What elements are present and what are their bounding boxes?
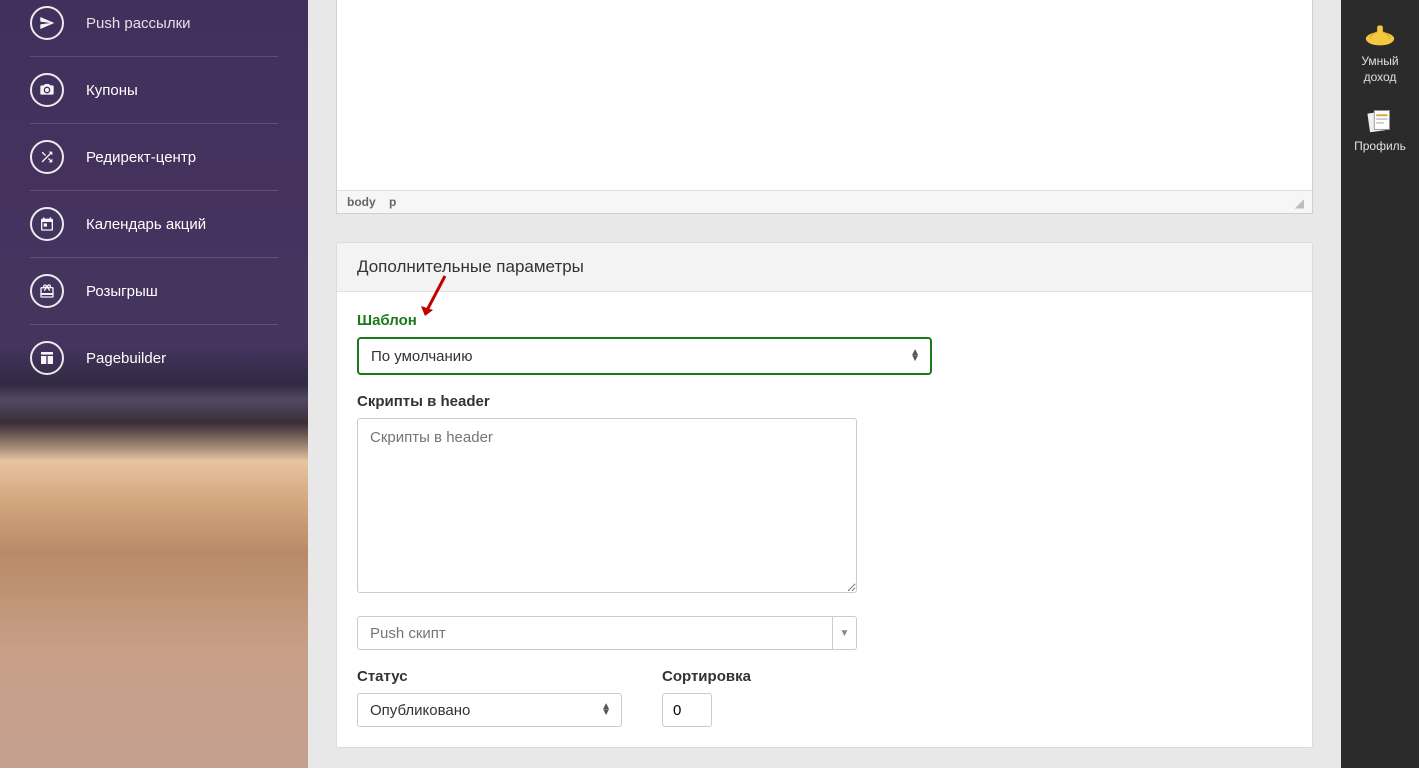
sort-label: Сортировка	[662, 668, 751, 685]
sidebar-item-coupons[interactable]: Купоны	[30, 57, 278, 124]
right-sidebar: Умный доход Профиль	[1341, 0, 1419, 768]
sidebar-item-calendar[interactable]: Календарь акций	[30, 191, 278, 258]
template-label: Шаблон	[357, 312, 1292, 329]
editor-body[interactable]	[337, 0, 1312, 190]
push-script-combo[interactable]: ▼	[357, 616, 857, 650]
push-script-group: ▼	[357, 616, 1292, 650]
left-sidebar: Push рассылки Купоны Редирект-центр Кале…	[0, 0, 308, 768]
rightbar-item-label: Умный доход	[1345, 54, 1415, 85]
chevron-updown-icon: ▲▼	[601, 704, 611, 716]
sidebar-item-pagebuilder[interactable]: Pagebuilder	[30, 325, 278, 391]
sort-input[interactable]	[662, 693, 712, 727]
calendar-icon	[30, 207, 64, 241]
additional-params-panel: Дополнительные параметры Шаблон По умолч…	[336, 242, 1313, 748]
status-sort-row: Статус Опубликовано ▲▼ Сортировка	[357, 668, 1292, 727]
status-label: Статус	[357, 668, 622, 685]
status-select[interactable]: Опубликовано ▲▼	[357, 693, 622, 727]
editor-statusbar: body p	[337, 190, 1312, 213]
camera-icon	[30, 73, 64, 107]
template-select-value: По умолчанию	[371, 348, 472, 365]
sidebar-item-label: Push рассылки	[86, 15, 191, 32]
paper-plane-icon	[30, 6, 64, 40]
chevron-updown-icon: ▲▼	[910, 350, 920, 362]
layout-icon	[30, 341, 64, 375]
rightbar-item-label: Профиль	[1345, 139, 1415, 155]
hardhat-icon	[1362, 20, 1398, 50]
template-select[interactable]: По умолчанию ▲▼	[357, 337, 932, 375]
path-p[interactable]: p	[389, 195, 396, 209]
path-body[interactable]: body	[347, 195, 376, 209]
scripts-group: Скрипты в header	[357, 393, 1292, 598]
status-select-value: Опубликовано	[370, 702, 470, 719]
rightbar-item-income[interactable]: Умный доход	[1341, 14, 1419, 99]
sidebar-item-label: Календарь акций	[86, 216, 206, 233]
push-script-input[interactable]	[358, 617, 832, 649]
main-content: body p Дополнительные параметры Шаблон П…	[308, 0, 1341, 768]
sidebar-item-push[interactable]: Push рассылки	[30, 0, 278, 57]
annotation-arrow-icon	[415, 274, 455, 324]
editor-resize-handle[interactable]	[1290, 196, 1302, 208]
sidebar-item-raffle[interactable]: Розыгрыш	[30, 258, 278, 325]
sidebar-nav: Push рассылки Купоны Редирект-центр Кале…	[0, 0, 308, 391]
template-group: Шаблон По умолчанию ▲▼	[357, 312, 1292, 375]
sidebar-item-label: Pagebuilder	[86, 350, 166, 367]
sidebar-item-label: Купоны	[86, 82, 138, 99]
rightbar-item-profile[interactable]: Профиль	[1341, 99, 1419, 169]
panel-title: Дополнительные параметры	[337, 243, 1312, 292]
rich-text-editor: body p	[336, 0, 1313, 214]
sort-group: Сортировка	[662, 668, 751, 727]
scripts-textarea[interactable]	[357, 418, 857, 593]
profile-docs-icon	[1362, 105, 1398, 135]
status-group: Статус Опубликовано ▲▼	[357, 668, 622, 727]
sidebar-item-redirect[interactable]: Редирект-центр	[30, 124, 278, 191]
chevron-down-icon[interactable]: ▼	[832, 617, 856, 649]
gift-icon	[30, 274, 64, 308]
panel-body: Шаблон По умолчанию ▲▼ Скрипты в header …	[337, 292, 1312, 747]
editor-element-path[interactable]: body p	[347, 195, 406, 209]
sidebar-item-label: Розыгрыш	[86, 283, 158, 300]
scripts-label: Скрипты в header	[357, 393, 1292, 410]
shuffle-icon	[30, 140, 64, 174]
sidebar-item-label: Редирект-центр	[86, 149, 196, 166]
